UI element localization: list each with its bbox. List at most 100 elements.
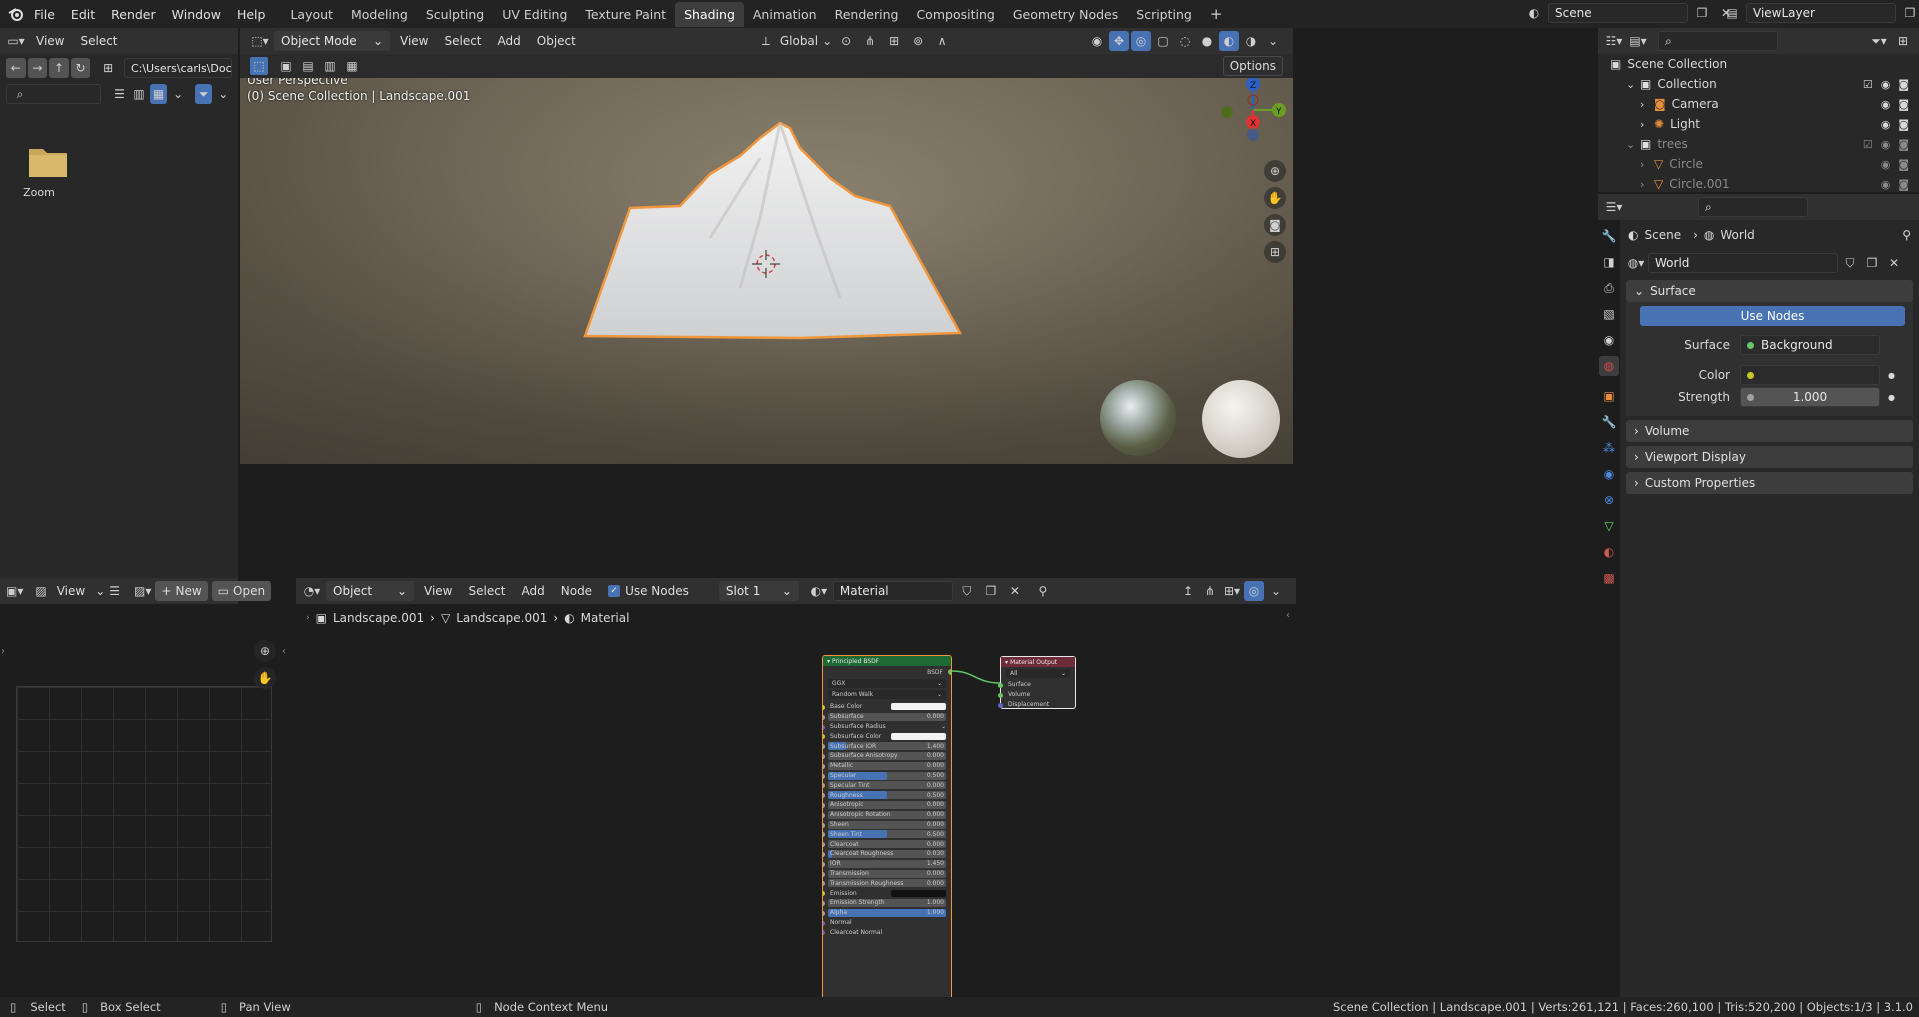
bsdf-input-row[interactable]: Anisotropic Rotation 0.000 xyxy=(823,810,951,820)
uv-grid[interactable] xyxy=(16,686,272,942)
bsdf-input-row[interactable]: Clearcoat 0.000 xyxy=(823,839,951,849)
xray-icon[interactable]: ▢ xyxy=(1153,31,1173,51)
bsdf-input-row[interactable]: Clearcoat Roughness 0.030 xyxy=(823,849,951,859)
render-camera-icon[interactable]: ◙ xyxy=(1898,138,1909,151)
world-unlink-icon[interactable]: ✕ xyxy=(1884,253,1904,273)
transform-orientation[interactable]: Global xyxy=(780,34,818,48)
world-tab-icon[interactable]: ◍ xyxy=(1599,356,1619,376)
tab-sculpting[interactable]: Sculpting xyxy=(417,2,493,27)
ne-menu-node[interactable]: Node xyxy=(555,581,598,601)
distribution-dropdown[interactable]: GGX ⌄ xyxy=(828,679,946,688)
copy-viewlayer-icon[interactable]: ❐ xyxy=(1900,3,1919,23)
navigation-gizmo[interactable]: Z Y X xyxy=(1220,78,1286,142)
bsdf-input-row[interactable]: Sheen 0.000 xyxy=(823,820,951,830)
ortho-grid-icon[interactable]: ⊞ xyxy=(1264,241,1286,263)
input-socket[interactable] xyxy=(823,753,825,759)
fb-menu-select[interactable]: Select xyxy=(74,31,123,51)
properties-pin-icon[interactable]: ⚲ xyxy=(1902,228,1911,242)
scene-tab-icon[interactable]: ◉ xyxy=(1599,330,1619,350)
tab-shading[interactable]: Shading xyxy=(675,1,744,27)
input-socket[interactable] xyxy=(823,881,825,887)
image-zoom-icon[interactable]: ⊕ xyxy=(254,640,276,662)
editor-type-icon[interactable]: ▭▾ xyxy=(6,31,26,51)
material-browse-icon[interactable]: ◐▾ xyxy=(809,581,829,601)
tab-uv-editing[interactable]: UV Editing xyxy=(493,2,576,27)
material-tab-icon[interactable]: ◐ xyxy=(1599,542,1619,562)
visibility-eye-icon[interactable]: ◉ xyxy=(1881,98,1891,111)
expand-chevron-icon[interactable]: › xyxy=(1640,118,1654,131)
expand-chevron-icon[interactable]: › xyxy=(1640,178,1654,191)
mode-dropdown[interactable]: Object Mode ⌄ xyxy=(274,31,390,51)
tab-rendering[interactable]: Rendering xyxy=(826,2,908,27)
rendered-shading-icon[interactable]: ◑ xyxy=(1241,31,1261,51)
select-new-icon[interactable]: ▣ xyxy=(276,56,296,76)
duplicate-material-icon[interactable]: ❐ xyxy=(981,581,1001,601)
subsurface-method-dropdown[interactable]: Random Walk ⌄ xyxy=(828,690,946,699)
input-socket[interactable] xyxy=(823,734,825,740)
select-invert-icon[interactable]: ▦ xyxy=(342,56,362,76)
image-pan-icon[interactable]: ✋ xyxy=(254,667,276,689)
gizmo-toggle-icon[interactable]: ✥ xyxy=(1109,31,1129,51)
vertical-list-icon[interactable]: ☰ xyxy=(111,84,129,104)
dropdown-arrow-icon[interactable]: ⌄ xyxy=(941,723,946,730)
outliner-root[interactable]: ▣ Scene Collection xyxy=(1604,54,1913,74)
node-snap-icon[interactable]: ⋔ xyxy=(1200,581,1220,601)
viewport-canvas[interactable]: User Perspective (0) Scene Collection | … xyxy=(240,78,1293,464)
visibility-eye-icon[interactable]: ◉ xyxy=(1881,158,1891,171)
vp-menu-select[interactable]: Select xyxy=(438,31,487,51)
bsdf-input-row[interactable]: Sheen Tint 0.500 xyxy=(823,829,951,839)
input-socket[interactable] xyxy=(823,705,825,710)
outliner-item[interactable]: ⌄ ▣ Collection ☑ ◉ ◙ xyxy=(1604,74,1913,94)
add-workspace-button[interactable]: + xyxy=(1201,0,1232,28)
path-field[interactable]: C:\Users\carls\Docum... xyxy=(123,58,233,78)
material-name-field[interactable]: Material xyxy=(832,581,953,601)
outliner-item[interactable]: › ▽ Circle ◉ ◙ xyxy=(1604,154,1913,174)
overlay-toggle-icon[interactable]: ◎ xyxy=(1131,31,1151,51)
bsdf-input-row[interactable]: Specular 0.500 xyxy=(823,771,951,781)
wireframe-shading-icon[interactable]: ◌ xyxy=(1175,31,1195,51)
input-socket[interactable] xyxy=(823,900,825,906)
pin-icon[interactable]: ⚲ xyxy=(1033,581,1053,601)
surface-socket[interactable] xyxy=(998,683,1003,688)
tab-texture-paint[interactable]: Texture Paint xyxy=(576,2,675,27)
new-collection-icon[interactable]: ⊞ xyxy=(1893,31,1913,51)
bsdf-input-row[interactable]: Subsurface Color xyxy=(823,731,951,741)
vp-menu-add[interactable]: Add xyxy=(492,31,527,51)
snap-icon[interactable]: ⋔ xyxy=(860,31,880,51)
ne-right-toggle-icon[interactable]: ‹ xyxy=(1286,610,1290,621)
sidebar-toggle-icon[interactable]: › xyxy=(1,646,5,657)
tab-layout[interactable]: Layout xyxy=(281,2,342,27)
editor-type-icon[interactable]: ◔▾ xyxy=(302,581,322,601)
tool-tab-icon[interactable]: 🔧 xyxy=(1599,226,1619,246)
world-fake-user-icon[interactable]: ⛉ xyxy=(1840,253,1860,273)
shader-type-dropdown[interactable]: Object ⌄ xyxy=(326,581,414,601)
input-socket[interactable] xyxy=(823,714,825,720)
bsdf-input-row[interactable]: Specular Tint 0.000 xyxy=(823,780,951,790)
bsdf-input-row[interactable]: Alpha 1.000 xyxy=(823,908,951,918)
tab-geometry-nodes[interactable]: Geometry Nodes xyxy=(1004,2,1127,27)
snap-target-icon[interactable]: ⊞ xyxy=(884,31,904,51)
pivot-icon[interactable]: ⊙ xyxy=(836,31,856,51)
select-tool-icon[interactable]: ⬚ xyxy=(250,57,268,75)
scene-icon[interactable]: ◐ xyxy=(1524,3,1544,23)
texture-tab-icon[interactable]: ▩ xyxy=(1599,568,1619,588)
outliner-item[interactable]: ⌄ ▣ trees ☑ ◉ ◙ xyxy=(1604,134,1913,154)
bsdf-input-row[interactable]: Metallic 0.000 xyxy=(823,761,951,771)
image-sidebar-toggle-icon[interactable]: ‹ xyxy=(282,646,286,657)
expand-chevron-icon[interactable]: ⌄ xyxy=(1626,78,1640,91)
bsdf-input-row[interactable]: IOR 1.450 xyxy=(823,859,951,869)
bsdf-input-row[interactable]: Emission xyxy=(823,888,951,898)
render-tab-icon[interactable]: ◨ xyxy=(1599,252,1619,272)
tab-modeling[interactable]: Modeling xyxy=(342,2,417,27)
modifier-tab-icon[interactable]: 🔧 xyxy=(1599,412,1619,432)
volume-socket[interactable] xyxy=(998,692,1003,698)
color-swatch[interactable] xyxy=(891,732,946,740)
render-camera-icon[interactable]: ◙ xyxy=(1898,158,1909,171)
back-icon[interactable]: ← xyxy=(6,58,26,78)
properties-search-input[interactable]: ⌕ xyxy=(1698,197,1808,217)
input-socket[interactable] xyxy=(823,724,825,730)
input-socket[interactable] xyxy=(823,822,825,828)
principled-bsdf-node[interactable]: ▾ Principled BSDF BSDF GGX ⌄ Random Walk ⌄… xyxy=(822,655,952,1007)
input-socket[interactable] xyxy=(823,910,825,916)
bsdf-input-row[interactable]: Anisotropic 0.000 xyxy=(823,800,951,810)
